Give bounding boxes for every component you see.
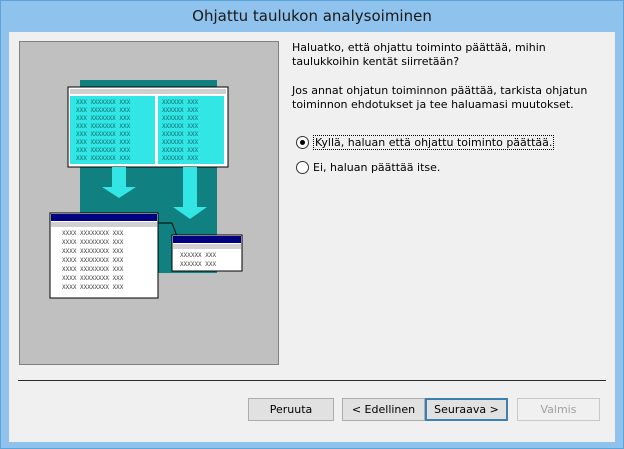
svg-text:XXXXXX XXX: XXXXXX XXX	[162, 131, 199, 138]
svg-text:XXX XXXXXXX XXX: XXX XXXXXXX XXX	[76, 147, 131, 154]
svg-text:XXX XXXXXXX XXX: XXX XXXXXXX XXX	[76, 139, 131, 146]
svg-text:XXX XXXXXXX XXX: XXX XXXXXXX XXX	[76, 99, 131, 106]
svg-text:XXX XXXXXXX XXX: XXX XXXXXXX XXX	[76, 123, 131, 130]
back-button[interactable]: < Edellinen	[342, 398, 425, 421]
radio-unselected-icon[interactable]	[296, 161, 309, 174]
window-frame-left	[1, 32, 9, 448]
wizard-content: XXX XXXXXXX XXX XXX XXXXXXX XXX XXX XXXX…	[9, 32, 615, 442]
svg-text:XXXX XXXXXXXX XXX: XXXX XXXXXXXX XXX	[62, 284, 124, 291]
table-split-graphic: XXX XXXXXXX XXX XXX XXXXXXX XXX XXX XXXX…	[49, 80, 243, 299]
table-split-illustration: XXX XXXXXXX XXX XXX XXXXXXX XXX XXX XXXX…	[19, 41, 279, 365]
wizard-window: Ohjattu taulukon analysoiminen XXX XXXXX…	[0, 0, 624, 449]
svg-text:XXXXXX XXX: XXXXXX XXX	[162, 139, 199, 146]
svg-text:XXXXXX XXX: XXXXXX XXX	[162, 155, 199, 162]
question-text: Haluatko, että ohjattu toiminto päättää,…	[292, 41, 546, 68]
window-frame-right	[615, 32, 623, 448]
option-wizard-decides[interactable]: Kyllä, haluan että ohjattu toiminto päät…	[296, 135, 555, 150]
finish-button[interactable]: Valmis	[517, 398, 600, 421]
svg-text:XXXX XXXXXXXX XXX: XXXX XXXXXXXX XXX	[62, 257, 124, 264]
option-label-no: Ei, haluan päättää itse.	[313, 161, 441, 174]
svg-text:XXXXXX XXX: XXXXXX XXX	[162, 107, 199, 114]
svg-text:XXXX XXXXXXXX XXX: XXXX XXXXXXXX XXX	[62, 275, 124, 282]
svg-text:XXXX XXXXXXXX XXX: XXXX XXXXXXXX XXX	[62, 266, 124, 273]
svg-text:XXX XXXXXXX XXX: XXX XXXXXXX XXX	[76, 107, 131, 114]
title-bar[interactable]: Ohjattu taulukon analysoiminen	[1, 1, 623, 32]
svg-text:XXX XXXXXXX XXX: XXX XXXXXXX XXX	[76, 131, 131, 138]
svg-text:XXXXXX XXX: XXXXXX XXX	[180, 252, 217, 259]
button-separator	[18, 380, 606, 381]
svg-text:XXXXXX XXX: XXXXXX XXX	[180, 261, 217, 268]
info-text: Jos annat ohjatun toiminnon päättää, tar…	[292, 84, 588, 111]
window-title: Ohjattu taulukon analysoiminen	[192, 7, 432, 25]
svg-text:XXXXXX XXX: XXXXXX XXX	[162, 147, 199, 154]
next-button[interactable]: Seuraava >	[425, 398, 508, 421]
svg-text:XXX XXXXXXX XXX: XXX XXXXXXX XXX	[76, 155, 131, 162]
option-user-decides[interactable]: Ei, haluan päättää itse.	[296, 161, 440, 174]
svg-text:XXXX XXXXXXXX XXX: XXXX XXXXXXXX XXX	[62, 248, 124, 255]
svg-text:XXXXXX XXX: XXXXXX XXX	[162, 99, 199, 106]
svg-text:XXX XXXXXXX XXX: XXX XXXXXXX XXX	[76, 115, 131, 122]
svg-text:XXXXXX XXX: XXXXXX XXX	[162, 115, 199, 122]
svg-text:XXXX XXXXXXXX XXX: XXXX XXXXXXXX XXX	[62, 239, 124, 246]
radio-selected-icon[interactable]	[296, 136, 309, 149]
svg-text:XXXXXX XXX: XXXXXX XXX	[162, 123, 199, 130]
svg-text:XXXX XXXXXXXX XXX: XXXX XXXXXXXX XXX	[62, 230, 124, 237]
cancel-button[interactable]: Peruuta	[248, 398, 334, 421]
option-label-yes: Kyllä, haluan että ohjattu toiminto päät…	[313, 135, 555, 150]
